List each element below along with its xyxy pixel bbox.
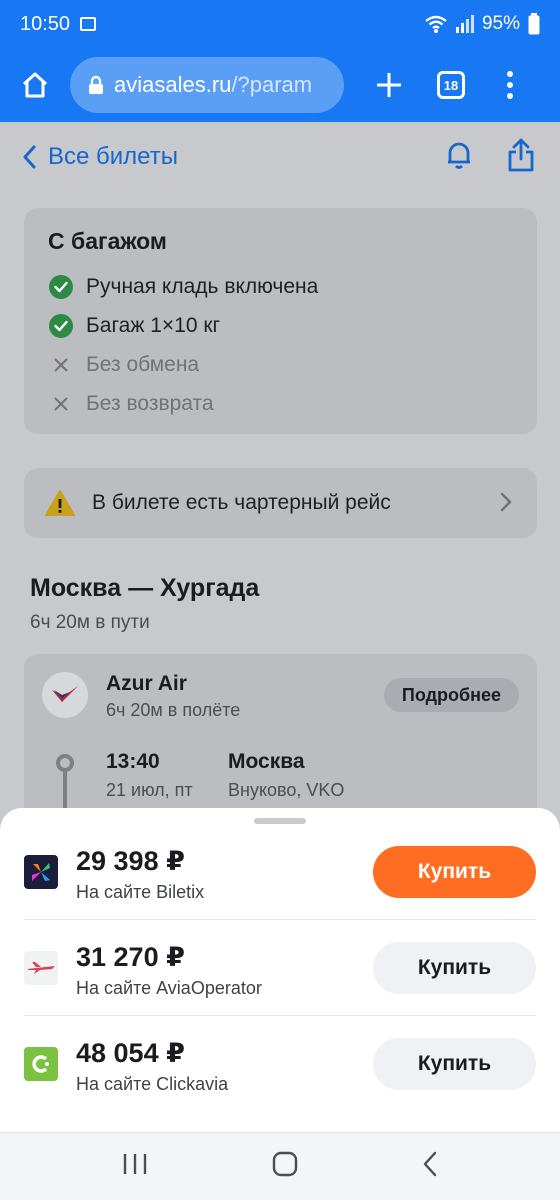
recent-apps-icon (123, 1154, 147, 1174)
baggage-card: С багажом Ручная кладь включена Багаж 1×… (24, 208, 537, 434)
address-bar[interactable]: aviasales.ru/?param (70, 57, 344, 113)
tabs-button[interactable]: 18 (420, 48, 482, 122)
feature-no-refund: Без возврата (48, 384, 513, 423)
back-link[interactable]: Все билеты (22, 143, 178, 171)
subscribe-button[interactable] (446, 140, 472, 175)
home-circle-icon (272, 1151, 298, 1177)
feature-baggage: Багаж 1×10 кг (48, 306, 513, 345)
home-nav-button[interactable] (272, 1151, 298, 1182)
offer-site: На сайте Clickavia (76, 1074, 229, 1094)
departure-airport: Внуково, VKO (228, 780, 345, 800)
offer-price: 48 054 ₽ (76, 1038, 185, 1068)
charter-notice-text: В билете есть чартерный рейс (92, 491, 391, 514)
recent-apps-button[interactable] (122, 1152, 148, 1181)
azur-air-logo-icon (52, 686, 78, 702)
departure-city: Москва (228, 750, 305, 773)
feature-label: Без возврата (86, 391, 214, 415)
lock-icon (89, 75, 103, 94)
buy-button[interactable]: Купить (373, 942, 536, 994)
feature-label: Ручная кладь включена (86, 274, 319, 298)
airline-name: Azur Air (106, 672, 187, 695)
offer-row: 31 270 ₽ На сайте AviaOperator Купить (0, 920, 560, 1016)
offer-price: 31 270 ₽ (76, 942, 185, 972)
aviaoperator-logo (24, 951, 58, 985)
cross-icon (54, 396, 68, 411)
wifi-icon (425, 15, 447, 33)
clickavia-logo-icon (32, 1055, 49, 1073)
timeline-departure-dot (56, 754, 74, 772)
biletix-logo-icon (32, 863, 50, 881)
offer-site: На сайте AviaOperator (76, 978, 262, 998)
departure-time: 13:40 (106, 750, 160, 773)
biletix-logo (24, 855, 58, 889)
tab-count: 18 (437, 71, 465, 99)
browser-toolbar: aviasales.ru/?param 18 (0, 48, 560, 122)
details-button[interactable]: Подробнее (383, 678, 519, 712)
offer-price: 29 398 ₽ (76, 846, 185, 876)
share-button[interactable] (508, 138, 534, 177)
home-icon (22, 72, 48, 98)
check-icon (49, 313, 73, 338)
battery-percent: 95% (481, 13, 520, 34)
chevron-right-icon (500, 492, 512, 512)
system-nav-bar (0, 1132, 560, 1200)
charter-notice[interactable]: В билете есть чартерный рейс (24, 468, 537, 538)
battery-icon (528, 13, 540, 35)
chevron-left-icon (23, 145, 36, 169)
share-icon (508, 138, 534, 172)
image-notification-icon (80, 17, 97, 31)
status-bar: 10:50 95% (0, 0, 560, 48)
browser-menu-button[interactable] (482, 48, 538, 122)
feature-label: Без обмена (86, 352, 200, 376)
buy-button[interactable]: Купить (373, 1038, 536, 1090)
url-path: /?param (231, 72, 313, 97)
back-arrow-icon (423, 1151, 437, 1177)
offers-bottom-sheet: 29 398 ₽ На сайте Biletix Купить 31 270 … (0, 808, 560, 1132)
offer-row: 48 054 ₽ На сайте Clickavia Купить (0, 1016, 560, 1112)
clickavia-logo (24, 1047, 58, 1081)
new-tab-button[interactable] (358, 48, 420, 122)
home-button[interactable] (0, 48, 70, 122)
page-header: Все билеты (0, 122, 560, 192)
airplane-icon (27, 962, 55, 974)
check-icon (49, 274, 73, 299)
signal-icon (455, 15, 474, 33)
bell-icon (448, 142, 470, 169)
feature-no-exchange: Без обмена (48, 345, 513, 384)
offer-site: На сайте Biletix (76, 882, 205, 902)
back-nav-button[interactable] (422, 1151, 438, 1182)
route-title: Москва — Хургада (30, 574, 260, 602)
feature-label: Багаж 1×10 кг (86, 313, 221, 337)
url-domain: aviasales.ru (114, 72, 232, 97)
feature-hand-luggage: Ручная кладь включена (48, 267, 513, 306)
offer-row: 29 398 ₽ На сайте Biletix Купить (0, 824, 560, 920)
plus-icon (377, 73, 401, 97)
route-duration: 6ч 20м в пути (30, 612, 150, 633)
departure-date: 21 июл, пт (106, 780, 193, 800)
baggage-title: С багажом (48, 228, 167, 254)
buy-button[interactable]: Купить (373, 846, 536, 898)
airline-logo (42, 672, 88, 718)
more-icon (507, 71, 513, 77)
flight-duration: 6ч 20м в полёте (106, 700, 241, 720)
warning-icon (45, 490, 75, 516)
back-link-label: Все билеты (48, 143, 178, 170)
status-time: 10:50 (20, 12, 71, 35)
cross-icon (54, 357, 68, 372)
